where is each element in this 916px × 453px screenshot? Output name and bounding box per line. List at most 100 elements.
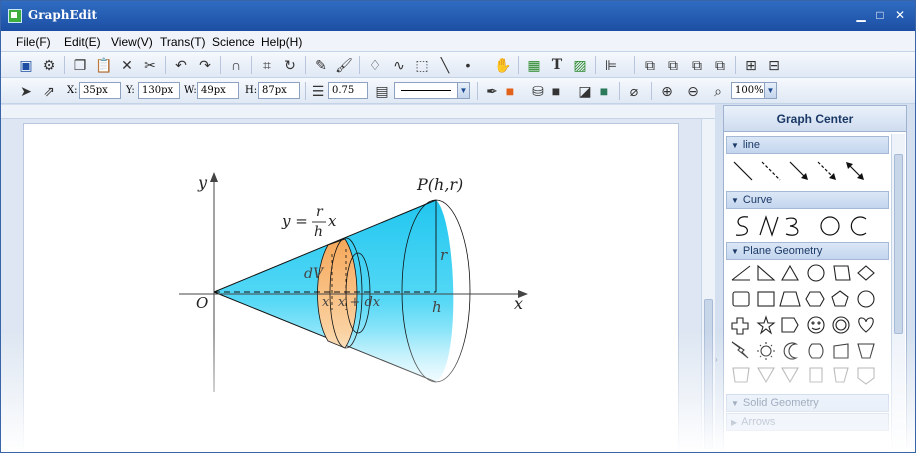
menu-trans[interactable]: Trans(T) bbox=[160, 35, 206, 49]
align-icon[interactable]: ⊫ bbox=[602, 56, 620, 74]
section-line[interactable]: ▼ line bbox=[726, 136, 889, 154]
section-solid-geometry[interactable]: ▼ Solid Geometry bbox=[726, 394, 889, 412]
x-field[interactable]: 35px bbox=[79, 82, 121, 99]
zoom-icon[interactable]: ⌕ bbox=[709, 82, 727, 100]
y-axis-arrow bbox=[210, 172, 218, 182]
toolbar-separator bbox=[651, 82, 652, 100]
title-bar[interactable]: GraphEdit ▁ □ ✕ bbox=[1, 1, 915, 31]
line-shapes[interactable] bbox=[728, 156, 888, 188]
equation-denominator: h bbox=[314, 224, 323, 240]
rect-select-icon[interactable]: ⬚ bbox=[413, 56, 431, 74]
delete-icon[interactable]: ✕ bbox=[118, 56, 136, 74]
paste-icon[interactable]: 📋 bbox=[95, 56, 113, 74]
bring-front-icon[interactable]: ⧉ bbox=[641, 56, 659, 74]
menu-bar: File(F) Edit(E) View(V) Trans(T) Science… bbox=[1, 31, 915, 52]
eyedropper-icon[interactable]: ⌀ bbox=[625, 82, 643, 100]
redo-icon[interactable]: ↷ bbox=[196, 56, 214, 74]
equation-variable: x bbox=[328, 212, 337, 230]
dash-style-icon[interactable]: ▤ bbox=[373, 82, 391, 100]
menu-view[interactable]: View(V) bbox=[111, 35, 153, 49]
group-icon[interactable]: ⊞ bbox=[742, 56, 760, 74]
toolbar-separator bbox=[634, 56, 635, 74]
maximize-icon[interactable]: □ bbox=[873, 8, 887, 22]
shadow-icon[interactable]: ◪ bbox=[576, 82, 594, 100]
toolbar-separator bbox=[220, 56, 221, 74]
rotate-icon[interactable]: ↻ bbox=[281, 56, 299, 74]
toolbar-separator bbox=[305, 82, 306, 100]
menu-file[interactable]: File(F) bbox=[16, 35, 51, 49]
line-width-field[interactable]: 0.75 bbox=[328, 82, 368, 99]
h-label: H: bbox=[245, 85, 258, 96]
scrollbar-thumb[interactable] bbox=[704, 299, 713, 449]
text-tool-icon[interactable]: T bbox=[548, 56, 566, 74]
chevron-down-icon[interactable]: ▼ bbox=[764, 82, 777, 99]
magnet-icon[interactable]: ∩ bbox=[227, 56, 245, 74]
stroke-color-icon[interactable]: ✒ bbox=[483, 82, 501, 100]
direct-select-icon[interactable]: ⇗ bbox=[40, 82, 58, 100]
toolbar-separator bbox=[735, 56, 736, 74]
panel-scrollbar-thumb[interactable] bbox=[894, 154, 903, 334]
ungroup-icon[interactable]: ⊟ bbox=[765, 56, 783, 74]
x-plus-dx-label: x + dx bbox=[338, 295, 381, 310]
plane-geometry-shapes[interactable] bbox=[728, 262, 888, 392]
width-field[interactable]: 49px bbox=[197, 82, 239, 99]
menu-help[interactable]: Help(H) bbox=[261, 35, 302, 49]
ruler bbox=[1, 105, 719, 119]
w-label: W: bbox=[184, 85, 197, 96]
point-label: P(h,r) bbox=[416, 175, 463, 194]
app-logo-icon bbox=[8, 9, 22, 23]
y-field[interactable]: 130px bbox=[138, 82, 180, 99]
formula-icon[interactable]: ▦ bbox=[525, 56, 543, 74]
canvas-scrollbar[interactable] bbox=[701, 119, 715, 452]
triangle-right-icon: ▶ bbox=[731, 418, 738, 427]
section-label: Plane Geometry bbox=[742, 245, 823, 257]
copy-icon[interactable]: ❐ bbox=[71, 56, 89, 74]
section-curve[interactable]: ▼ Curve bbox=[726, 191, 889, 209]
crop-icon[interactable]: ⌗ bbox=[258, 56, 276, 74]
select-arrow-icon[interactable]: ➤ bbox=[17, 82, 35, 100]
panel-scrollbar[interactable] bbox=[891, 134, 905, 452]
pen-icon[interactable]: ♢ bbox=[366, 56, 384, 74]
fill-color-swatch[interactable]: ■ bbox=[547, 82, 565, 100]
triangle-down-icon: ▼ bbox=[731, 196, 739, 205]
menu-science[interactable]: Science bbox=[212, 35, 255, 49]
drawing-canvas[interactable]: y x O P(h,r) y = r h x dV r h x x + dx bbox=[23, 123, 679, 452]
radius-label: r bbox=[440, 246, 448, 264]
chevron-down-icon[interactable]: ▼ bbox=[457, 82, 470, 99]
settings-icon[interactable]: ⚙ bbox=[40, 56, 58, 74]
cut-icon[interactable]: ✂ bbox=[141, 56, 159, 74]
send-backward-icon[interactable]: ⧉ bbox=[711, 56, 729, 74]
menu-edit[interactable]: Edit(E) bbox=[64, 35, 101, 49]
panel-splitter[interactable]: › bbox=[715, 105, 723, 452]
line-tool-icon[interactable]: ╲ bbox=[436, 56, 454, 74]
section-arrows[interactable]: ▶ Arrows bbox=[726, 413, 889, 431]
brush-icon[interactable]: 🖌 bbox=[335, 56, 353, 74]
height-field[interactable]: 87px bbox=[258, 82, 300, 99]
pencil-icon[interactable]: ✎ bbox=[312, 56, 330, 74]
save-icon[interactable]: ▣ bbox=[17, 56, 35, 74]
close-icon[interactable]: ✕ bbox=[893, 8, 907, 22]
triangle-down-icon: ▼ bbox=[731, 399, 739, 408]
minimize-icon[interactable]: ▁ bbox=[854, 8, 868, 22]
curve-tool-icon[interactable]: ∿ bbox=[390, 56, 408, 74]
toolbar-separator bbox=[477, 82, 478, 100]
stroke-color-swatch[interactable]: ■ bbox=[501, 82, 519, 100]
chevron-right-icon[interactable]: › bbox=[715, 355, 718, 364]
line-style-select[interactable] bbox=[394, 82, 458, 99]
app-window: GraphEdit ▁ □ ✕ File(F) Edit(E) View(V) … bbox=[0, 0, 916, 453]
zoom-in-icon[interactable]: ⊕ bbox=[658, 82, 676, 100]
hand-icon[interactable]: ✋ bbox=[494, 56, 512, 74]
undo-icon[interactable]: ↶ bbox=[172, 56, 190, 74]
bring-forward-icon[interactable]: ⧉ bbox=[688, 56, 706, 74]
point-tool-icon[interactable]: • bbox=[459, 56, 477, 74]
curve-shapes[interactable] bbox=[728, 211, 888, 241]
image-icon[interactable]: ▨ bbox=[571, 56, 589, 74]
zoom-field[interactable]: 100% bbox=[731, 82, 765, 99]
zoom-out-icon[interactable]: ⊖ bbox=[684, 82, 702, 100]
shadow-color-swatch[interactable]: ■ bbox=[595, 82, 613, 100]
fill-bucket-icon[interactable]: ⛁ bbox=[529, 82, 547, 100]
toolbar-separator bbox=[518, 56, 519, 74]
send-back-icon[interactable]: ⧉ bbox=[664, 56, 682, 74]
section-plane-geometry[interactable]: ▼ Plane Geometry bbox=[726, 242, 889, 260]
x-label: X: bbox=[67, 85, 78, 96]
